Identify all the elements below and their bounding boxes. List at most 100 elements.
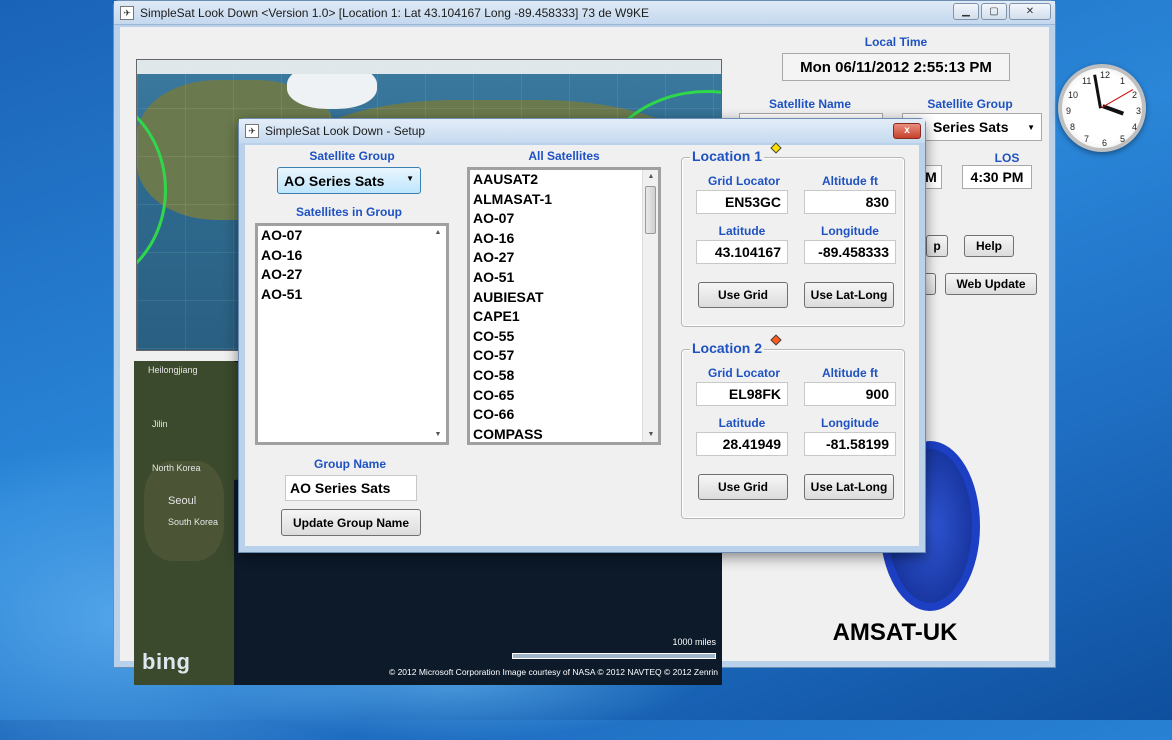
list-item[interactable]: AO-51 xyxy=(258,285,446,305)
setup-satellite-group-combo[interactable]: AO Series Sats ▼ xyxy=(277,167,421,194)
minimize-icon[interactable]: ▁ xyxy=(953,3,979,20)
satellite-group-value: Series Sats xyxy=(933,119,1009,135)
clock-number: 11 xyxy=(1082,76,1092,86)
location2-marker-icon xyxy=(770,334,782,346)
altitude-label: Altitude ft xyxy=(822,366,878,380)
list-item[interactable]: AO-27 xyxy=(258,265,446,285)
satellites-in-group-list[interactable]: AO-07 AO-16 AO-27 AO-51 ▲ ▼ xyxy=(255,223,449,445)
list-item[interactable]: AO-51 xyxy=(470,268,658,288)
scroll-thumb[interactable] xyxy=(645,186,656,234)
location2-use-grid-button[interactable]: Use Grid xyxy=(698,474,788,500)
list-item[interactable]: ALMASAT-1 xyxy=(470,190,658,210)
vertical-scrollbar[interactable]: ▲ ▼ xyxy=(642,170,658,442)
maximize-icon[interactable]: ▢ xyxy=(981,3,1007,20)
location2-longitude-input[interactable]: -81.58199 xyxy=(804,432,896,456)
list-item[interactable]: CO-55 xyxy=(470,327,658,347)
scroll-up-icon[interactable]: ▲ xyxy=(643,170,658,184)
clock-number: 12 xyxy=(1100,70,1111,80)
close-icon[interactable]: ✕ xyxy=(1009,3,1051,20)
help-button[interactable]: Help xyxy=(964,235,1014,257)
chevron-down-icon: ▼ xyxy=(406,174,414,183)
list-item[interactable]: CO-66 xyxy=(470,405,658,425)
setup-dialog: ✈ SimpleSat Look Down - Setup x Satellit… xyxy=(238,118,926,553)
altitude-label: Altitude ft xyxy=(822,174,878,188)
list-item[interactable]: CO-57 xyxy=(470,346,658,366)
los-label: LOS xyxy=(994,151,1020,165)
all-satellites-label: All Satellites xyxy=(528,149,600,163)
list-item[interactable]: AO-27 xyxy=(470,248,658,268)
clock-number: 10 xyxy=(1068,90,1079,100)
satellites-in-group-label: Satellites in Group xyxy=(295,205,403,219)
list-item[interactable]: AO-07 xyxy=(258,226,446,246)
desktop-clock-gadget[interactable]: 12 1 2 3 4 5 6 7 8 9 10 11 xyxy=(1054,60,1150,170)
setup-satellite-group-value: AO Series Sats xyxy=(284,172,385,189)
setup-satellite-group-label: Satellite Group xyxy=(309,149,395,163)
clock-number: 1 xyxy=(1120,76,1126,86)
list-item[interactable]: COMPASS xyxy=(470,425,658,442)
clock-number: 2 xyxy=(1132,90,1138,100)
scroll-up-icon[interactable]: ▲ xyxy=(430,226,446,240)
group-name-input[interactable]: AO Series Sats xyxy=(285,475,417,501)
all-satellites-list[interactable]: AAUSAT2 ALMASAT-1 AO-07 AO-16 AO-27 AO-5… xyxy=(467,167,661,445)
location2-title: Location 2 xyxy=(690,340,765,356)
location2-use-latlong-button[interactable]: Use Lat-Long xyxy=(804,474,894,500)
latitude-label: Latitude xyxy=(718,416,766,430)
setup-button[interactable]: p xyxy=(926,235,948,257)
location1-use-latlong-button[interactable]: Use Lat-Long xyxy=(804,282,894,308)
map-scale-bar xyxy=(512,653,716,659)
group-name-label: Group Name xyxy=(313,457,386,471)
setup-title-bar[interactable]: ✈ SimpleSat Look Down - Setup x xyxy=(239,119,925,143)
local-time-display: Mon 06/11/2012 2:55:13 PM xyxy=(782,53,1010,81)
vertical-scrollbar[interactable]: ▲ ▼ xyxy=(430,226,446,442)
list-item[interactable]: CO-58 xyxy=(470,366,658,386)
list-item[interactable]: CAPE1 xyxy=(470,307,658,327)
window-controls: ▁ ▢ ✕ xyxy=(953,3,1051,20)
location2-latitude-input[interactable]: 28.41949 xyxy=(696,432,788,456)
location1-longitude-input[interactable]: -89.458333 xyxy=(804,240,896,264)
clock-number: 8 xyxy=(1070,122,1076,132)
map-label: Seoul xyxy=(168,495,197,507)
location1-group: Location 1 Grid Locator Altitude ft EN53… xyxy=(681,142,905,327)
clock-number: 5 xyxy=(1120,134,1126,144)
location1-grid-locator-input[interactable]: EN53GC xyxy=(696,190,788,214)
longitude-label: Longitude xyxy=(821,416,879,430)
location1-marker-icon xyxy=(770,142,782,154)
location2-group: Location 2 Grid Locator Altitude ft EL98… xyxy=(681,334,905,519)
grid-locator-label: Grid Locator xyxy=(707,174,780,188)
list-item[interactable]: AO-16 xyxy=(470,229,658,249)
chevron-down-icon: ▼ xyxy=(1027,122,1035,132)
location2-altitude-input[interactable]: 900 xyxy=(804,382,896,406)
web-update-button[interactable]: Web Update xyxy=(945,273,1037,295)
location1-latitude-input[interactable]: 43.104167 xyxy=(696,240,788,264)
land-shape xyxy=(144,461,224,561)
list-item[interactable]: CO-65 xyxy=(470,386,658,406)
location1-use-grid-button[interactable]: Use Grid xyxy=(698,282,788,308)
update-group-name-button[interactable]: Update Group Name xyxy=(281,509,421,536)
main-title-bar[interactable]: ✈ SimpleSat Look Down <Version 1.0> [Loc… xyxy=(114,1,1055,25)
map-scale-label: 1000 miles xyxy=(672,637,716,647)
bing-logo: bing xyxy=(142,649,191,674)
map-label: Jilin xyxy=(152,419,168,429)
map-label: Heilongjiang xyxy=(148,365,198,375)
list-item[interactable]: AO-07 xyxy=(470,209,658,229)
scroll-down-icon[interactable]: ▼ xyxy=(430,428,446,442)
list-item[interactable]: AAUSAT2 xyxy=(470,170,658,190)
clock-number: 6 xyxy=(1102,138,1108,148)
longitude-label: Longitude xyxy=(821,224,879,238)
list-item[interactable]: AUBIESAT xyxy=(470,288,658,308)
map-copyright: © 2012 Microsoft Corporation Image court… xyxy=(388,667,718,677)
clock-number: 7 xyxy=(1084,134,1090,144)
map-label: North Korea xyxy=(152,463,201,473)
location1-altitude-input[interactable]: 830 xyxy=(804,190,896,214)
window-title: SimpleSat Look Down <Version 1.0> [Locat… xyxy=(140,5,650,20)
scroll-down-icon[interactable]: ▼ xyxy=(643,428,658,442)
setup-title: SimpleSat Look Down - Setup xyxy=(265,124,426,138)
setup-client-area: Satellite Group AO Series Sats ▼ Satelli… xyxy=(245,142,919,546)
amsat-logo-text: AMSAT-UK xyxy=(832,619,958,646)
los-value: 4:30 PM xyxy=(962,165,1032,189)
location2-grid-locator-input[interactable]: EL98FK xyxy=(696,382,788,406)
satellite-app-icon: ✈ xyxy=(120,5,134,20)
list-item[interactable]: AO-16 xyxy=(258,246,446,266)
latitude-label: Latitude xyxy=(718,224,766,238)
close-icon[interactable]: x xyxy=(893,123,921,139)
